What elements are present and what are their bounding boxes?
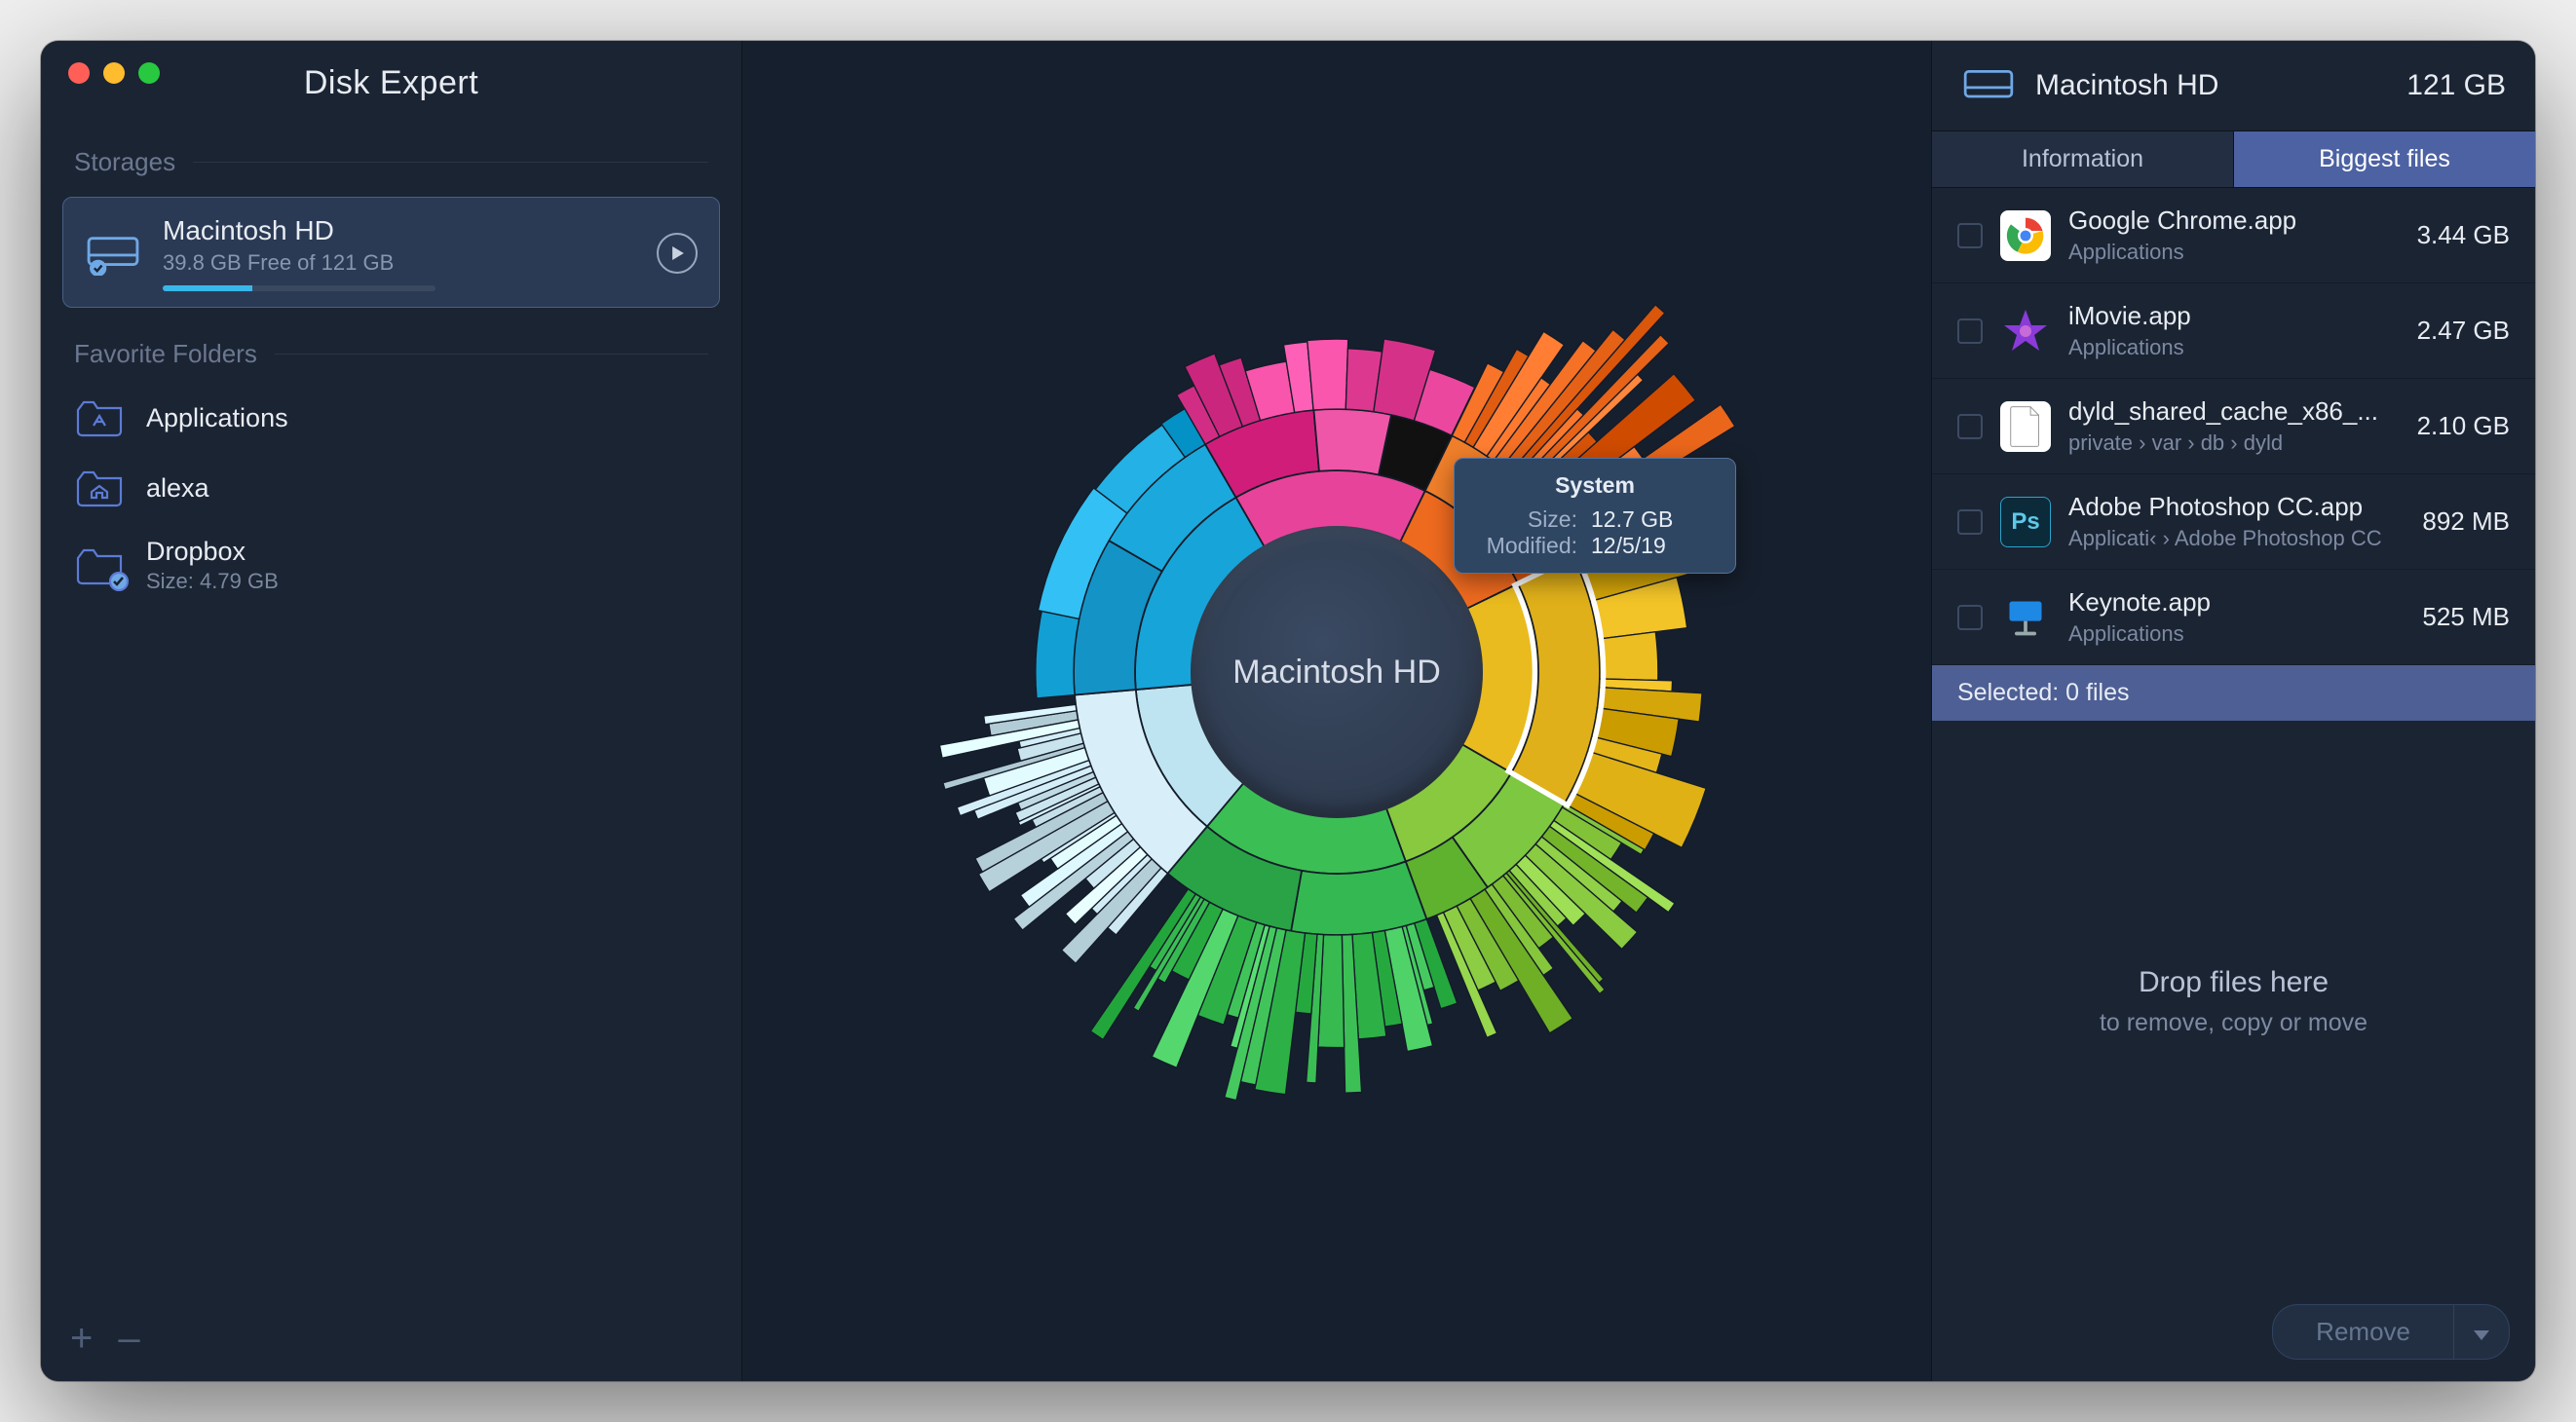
- remove-button-label: Remove: [2273, 1305, 2453, 1359]
- dropbox-folder-icon: [74, 544, 125, 587]
- remove-favorite-button[interactable]: –: [118, 1319, 139, 1358]
- file-checkbox[interactable]: [1957, 223, 1983, 248]
- remove-dropdown-toggle[interactable]: [2453, 1305, 2509, 1359]
- storages-section-label: Storages: [41, 137, 741, 191]
- divider: [275, 354, 708, 355]
- file-row[interactable]: Keynote.appApplications 525 MB: [1932, 570, 2535, 665]
- drop-zone-title: Drop files here: [2139, 966, 2329, 999]
- disk-icon: [85, 231, 141, 276]
- tab-information[interactable]: Information: [1932, 131, 2234, 188]
- sidebar-footer: + –: [41, 1295, 741, 1381]
- right-panel-disk-name: Macintosh HD: [2035, 69, 2387, 102]
- file-checkbox[interactable]: [1957, 509, 1983, 535]
- file-row[interactable]: iMovie.appApplications 2.47 GB: [1932, 283, 2535, 379]
- app-window: Disk Expert Storages Macintosh HD 39.8 G…: [41, 41, 2535, 1381]
- storages-label-text: Storages: [74, 147, 175, 177]
- document-icon: [2000, 401, 2051, 452]
- add-favorite-button[interactable]: +: [70, 1319, 93, 1358]
- window-controls: [68, 62, 160, 84]
- imovie-icon: [2000, 306, 2051, 356]
- storage-item-macintosh-hd[interactable]: Macintosh HD 39.8 GB Free of 121 GB: [62, 197, 720, 308]
- favorite-name: Applications: [146, 403, 288, 433]
- file-checkbox[interactable]: [1957, 605, 1983, 630]
- file-checkbox[interactable]: [1957, 318, 1983, 344]
- drop-zone-subtitle: to remove, copy or move: [2100, 1009, 2368, 1037]
- right-panel: Macintosh HD 121 GB Information Biggest …: [1931, 41, 2535, 1381]
- biggest-files-list: Google Chrome.appApplications 3.44 GB iM…: [1932, 188, 2535, 665]
- favorite-dropbox[interactable]: Dropbox Size: 4.79 GB: [41, 523, 741, 608]
- right-panel-header: Macintosh HD 121 GB: [1932, 41, 2535, 131]
- file-row[interactable]: Ps Adobe Photoshop CC.appApplicati‹ › Ad…: [1932, 474, 2535, 570]
- favorite-size: Size: 4.79 GB: [146, 569, 279, 594]
- selected-count-bar: Selected: 0 files: [1932, 665, 2535, 721]
- chrome-icon: [2000, 210, 2051, 261]
- divider: [193, 162, 708, 163]
- tooltip-title: System: [1480, 472, 1710, 499]
- remove-button[interactable]: Remove: [2272, 1304, 2510, 1360]
- favorite-name: alexa: [146, 473, 209, 504]
- favorites-section-label: Favorite Folders: [41, 329, 741, 383]
- minimize-window-button[interactable]: [103, 62, 125, 84]
- storage-subtitle: 39.8 GB Free of 121 GB: [163, 250, 635, 276]
- favorite-name: Dropbox: [146, 537, 279, 567]
- right-panel-footer: Remove: [1932, 1283, 2535, 1381]
- file-row[interactable]: Google Chrome.appApplications 3.44 GB: [1932, 188, 2535, 283]
- close-window-button[interactable]: [68, 62, 90, 84]
- disk-icon: [1961, 64, 2016, 107]
- right-panel-tabs: Information Biggest files: [1932, 131, 2535, 188]
- tab-biggest-files[interactable]: Biggest files: [2234, 131, 2535, 188]
- favorites-label-text: Favorite Folders: [74, 339, 257, 369]
- segment-tooltip: System Size:12.7 GB Modified:12/5/19: [1454, 458, 1736, 574]
- chart-center-label[interactable]: Macintosh HD: [1191, 526, 1483, 818]
- storage-name: Macintosh HD: [163, 215, 635, 246]
- sunburst-chart[interactable]: Macintosh HD System Size:12.7 GB Modifie…: [898, 234, 1775, 1110]
- file-row[interactable]: dyld_shared_cache_x86_...private › var ›…: [1932, 379, 2535, 474]
- file-checkbox[interactable]: [1957, 414, 1983, 439]
- applications-folder-icon: [74, 396, 125, 439]
- storage-usage-bar: [163, 285, 436, 291]
- drop-zone[interactable]: Drop files here to remove, copy or move: [1932, 721, 2535, 1283]
- favorite-applications[interactable]: Applications: [41, 383, 741, 453]
- home-folder-icon: [74, 467, 125, 509]
- right-panel-disk-size: 121 GB: [2406, 69, 2506, 102]
- sidebar: Disk Expert Storages Macintosh HD 39.8 G…: [41, 41, 742, 1381]
- scan-button[interactable]: [657, 233, 698, 274]
- chart-area: Macintosh HD System Size:12.7 GB Modifie…: [742, 41, 1931, 1381]
- favorite-alexa[interactable]: alexa: [41, 453, 741, 523]
- keynote-icon: [2000, 592, 2051, 643]
- photoshop-icon: Ps: [2000, 497, 2051, 547]
- fullscreen-window-button[interactable]: [138, 62, 160, 84]
